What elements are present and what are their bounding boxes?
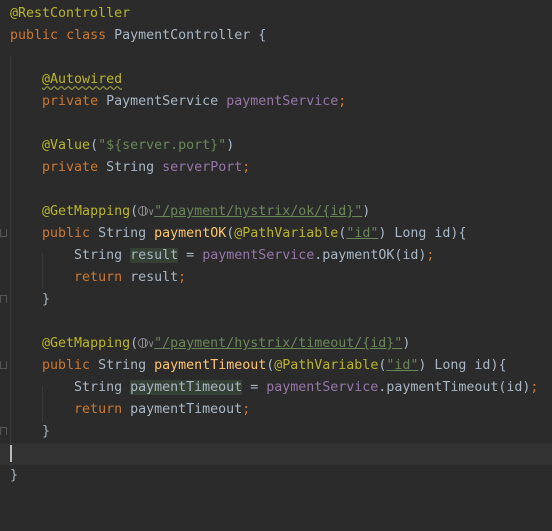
method-call: paymentOK(id) [322, 248, 427, 263]
annotation: @RestController [10, 6, 131, 21]
code-editor[interactable]: @RestController public class PaymentCont… [0, 0, 552, 487]
code-line[interactable]: } [0, 289, 552, 311]
code-line[interactable]: public class PaymentController { [0, 25, 552, 47]
string-literal: "id" [386, 358, 419, 373]
keyword: public [42, 226, 91, 241]
type-name: PaymentService [106, 94, 219, 109]
semicolon: ; [426, 248, 435, 263]
brace: } [42, 292, 51, 307]
brace: { [458, 226, 467, 241]
annotation: @Autowired [42, 72, 123, 87]
brace: { [258, 28, 267, 43]
string-literal: "${server.port}" [98, 138, 227, 153]
parameter: Long id [434, 358, 491, 373]
semicolon: ; [178, 270, 187, 285]
semicolon: ; [242, 160, 251, 175]
brace: } [10, 468, 19, 483]
code-line[interactable]: String result = paymentService.paymentOK… [0, 245, 552, 267]
field-name: paymentService [202, 248, 315, 263]
code-line[interactable]: @GetMapping(∨"/payment/hystrix/ok/{id}") [0, 201, 552, 223]
type-name: String [74, 248, 123, 263]
code-line[interactable]: } [0, 421, 552, 443]
local-variable: paymentTimeout [130, 402, 243, 417]
semicolon: ; [338, 94, 347, 109]
brace: { [498, 358, 507, 373]
class-name: PaymentController [114, 28, 251, 43]
method-name: paymentTimeout [154, 358, 267, 373]
keyword: public [10, 28, 59, 43]
local-variable: result [130, 270, 179, 285]
keyword: private [42, 94, 99, 109]
method-name: paymentOK [154, 226, 227, 241]
current-line[interactable] [0, 443, 552, 465]
globe-icon[interactable] [138, 206, 149, 216]
code-line[interactable]: String paymentTimeout = paymentService.p… [0, 377, 552, 399]
keyword: return [74, 402, 123, 417]
annotation: @PathVariable [234, 226, 339, 241]
local-variable: result [130, 248, 179, 263]
code-line[interactable]: public String paymentOK(@PathVariable("i… [0, 223, 552, 245]
url-string: "/payment/hystrix/timeout/{id}" [154, 336, 403, 351]
semicolon: ; [530, 380, 539, 395]
code-line[interactable]: @RestController [0, 3, 552, 25]
annotation: @PathVariable [274, 358, 379, 373]
type-name: String [98, 358, 147, 373]
url-string: "/payment/hystrix/ok/{id}" [154, 204, 363, 219]
local-variable: paymentTimeout [130, 380, 243, 395]
code-line[interactable]: return result; [0, 267, 552, 289]
type-name: String [98, 226, 147, 241]
keyword: class [66, 28, 107, 43]
code-line[interactable]: return paymentTimeout; [0, 399, 552, 421]
field-name: paymentService [226, 94, 339, 109]
globe-icon[interactable] [138, 338, 149, 348]
code-line[interactable]: private PaymentService paymentService; [0, 91, 552, 113]
code-line[interactable]: public String paymentTimeout(@PathVariab… [0, 355, 552, 377]
keyword: public [42, 358, 91, 373]
method-call: paymentTimeout(id) [386, 380, 531, 395]
keyword: return [74, 270, 123, 285]
field-name: serverPort [162, 160, 243, 175]
brace: } [42, 424, 51, 439]
field-name: paymentService [266, 380, 379, 395]
type-name: String [74, 380, 123, 395]
parameter: Long id [394, 226, 451, 241]
code-line[interactable]: @Autowired [0, 69, 552, 91]
code-line[interactable]: } [0, 465, 552, 487]
code-line[interactable]: private String serverPort; [0, 157, 552, 179]
annotation: @GetMapping [42, 204, 131, 219]
string-literal: "id" [346, 226, 379, 241]
semicolon: ; [242, 402, 251, 417]
text-caret [10, 445, 12, 462]
annotation: @Value [42, 138, 91, 153]
keyword: private [42, 160, 99, 175]
code-line[interactable]: @Value("${server.port}") [0, 135, 552, 157]
type-name: String [106, 160, 155, 175]
code-line[interactable]: @GetMapping(∨"/payment/hystrix/timeout/{… [0, 333, 552, 355]
annotation: @GetMapping [42, 336, 131, 351]
